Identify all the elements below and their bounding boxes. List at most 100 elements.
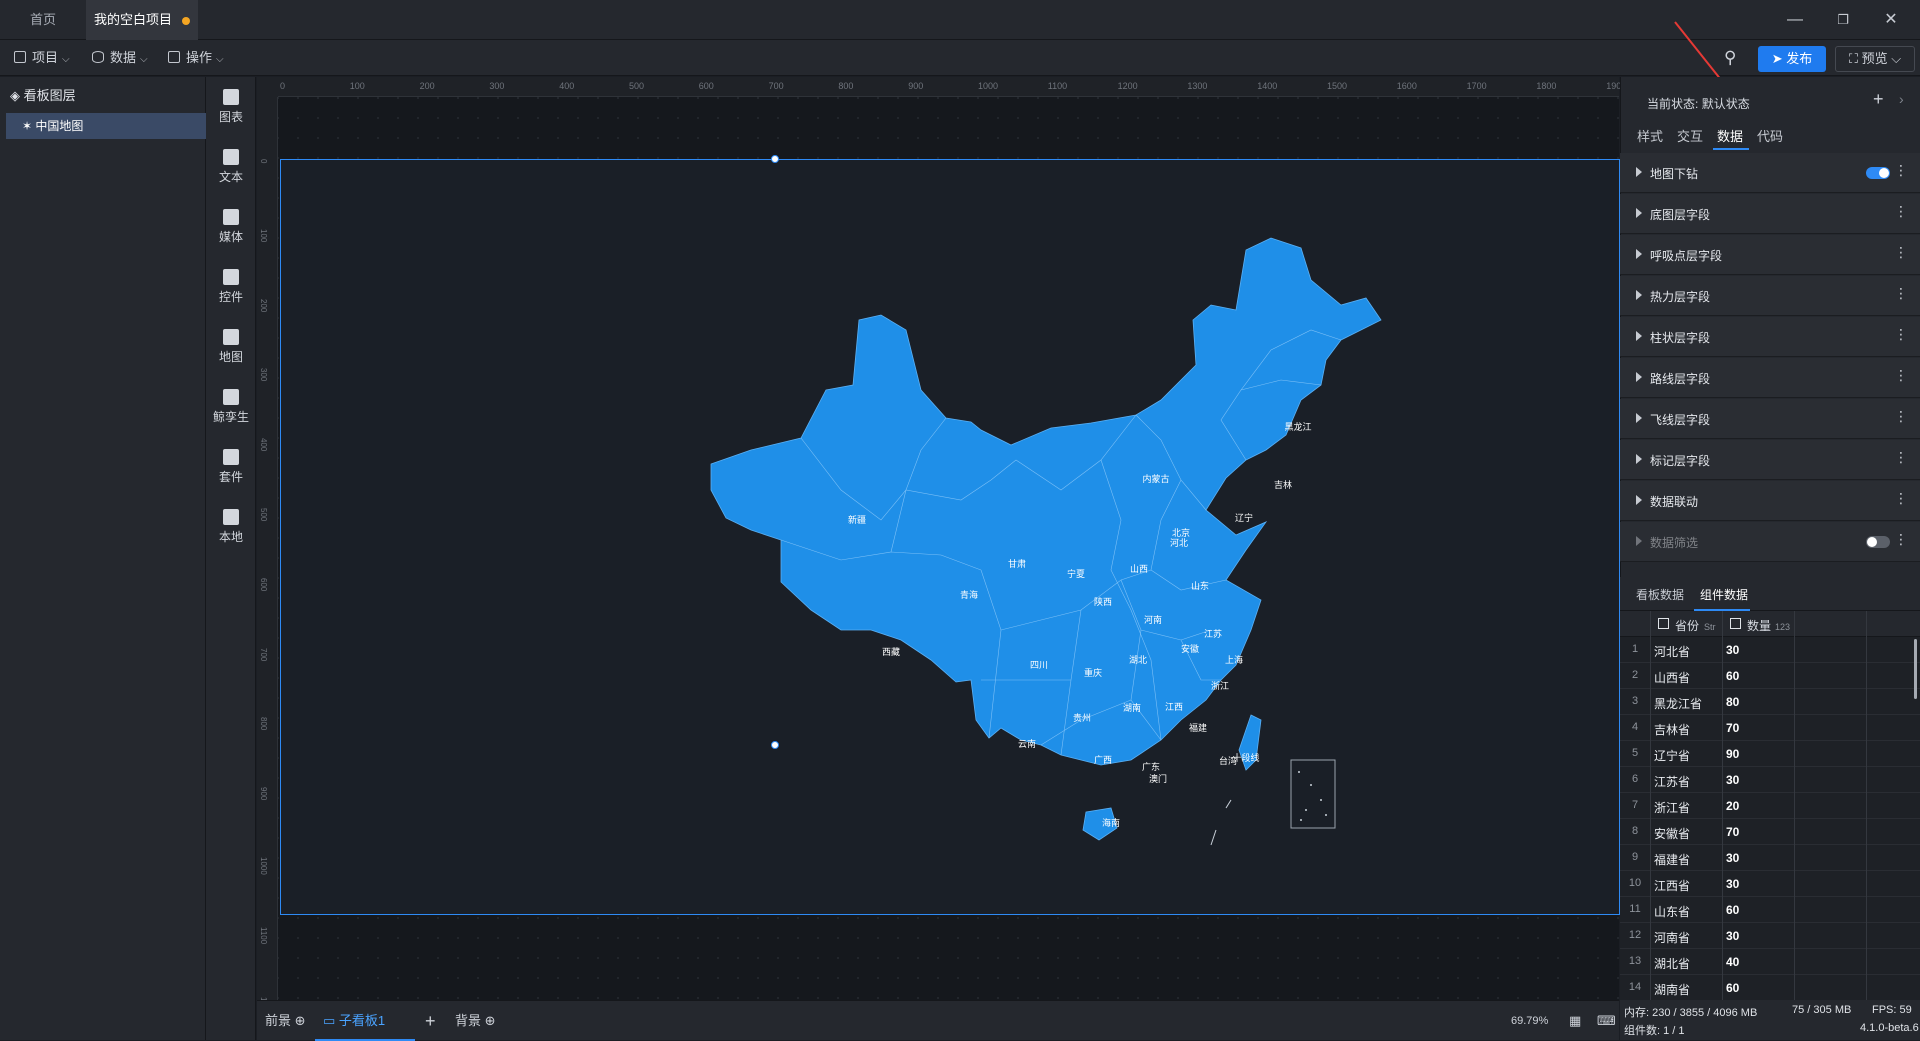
cell-count[interactable]: 90 <box>1726 747 1739 761</box>
column-header-province[interactable]: 省份 <box>1675 617 1699 634</box>
table-row[interactable]: 11 山东省 60 <box>1620 897 1920 923</box>
more-icon[interactable]: ⋮ <box>1894 490 1908 507</box>
tab-home[interactable]: 首页 <box>0 0 86 40</box>
tool-local[interactable]: 本地 <box>206 509 256 545</box>
section-breath-layer[interactable]: 呼吸点层字段 ⋮ <box>1620 235 1920 275</box>
cell-province[interactable]: 山西省 <box>1654 669 1690 686</box>
cell-province[interactable]: 山东省 <box>1654 903 1690 920</box>
cell-count[interactable]: 40 <box>1726 955 1739 969</box>
column-header-count[interactable]: 数量 <box>1747 617 1771 634</box>
cell-province[interactable]: 江苏省 <box>1654 773 1690 790</box>
layer-foreground[interactable]: 前景 ⊕ <box>265 1001 306 1041</box>
tab-code[interactable]: 代码 <box>1757 126 1783 145</box>
minimize-button[interactable]: — <box>1772 0 1818 40</box>
layer-subboard[interactable]: ▭ 子看板1 <box>315 1001 415 1041</box>
section-map-drill[interactable]: 地图下钻 ⋮ <box>1620 153 1920 193</box>
tab-data[interactable]: 数据 <box>1717 126 1743 145</box>
table-row[interactable]: 4 吉林省 70 <box>1620 715 1920 741</box>
filter-toggle[interactable] <box>1866 536 1890 548</box>
add-state-button[interactable]: + <box>1873 89 1884 110</box>
menu-project[interactable]: 项目 ⌵ <box>14 40 70 76</box>
chevron-right-icon[interactable]: › <box>1899 91 1904 107</box>
more-icon[interactable]: ⋮ <box>1894 203 1908 220</box>
tab-project[interactable]: 我的空白项目 <box>86 0 198 40</box>
tab-interaction[interactable]: 交互 <box>1677 126 1703 145</box>
drill-toggle[interactable] <box>1866 167 1890 179</box>
more-icon[interactable]: ⋮ <box>1894 285 1908 302</box>
section-marker-layer[interactable]: 标记层字段 ⋮ <box>1620 440 1920 480</box>
cell-province[interactable]: 湖北省 <box>1654 955 1690 972</box>
table-row[interactable]: 13 湖北省 40 <box>1620 949 1920 975</box>
section-base-layer[interactable]: 底图层字段 ⋮ <box>1620 194 1920 234</box>
cell-count[interactable]: 30 <box>1726 643 1739 657</box>
cell-count[interactable]: 30 <box>1726 851 1739 865</box>
tool-kit[interactable]: 套件 <box>206 449 256 485</box>
publish-button[interactable]: ➤ 发布 <box>1758 46 1826 72</box>
cell-count[interactable]: 60 <box>1726 903 1739 917</box>
cell-count[interactable]: 70 <box>1726 721 1739 735</box>
cell-province[interactable]: 辽宁省 <box>1654 747 1690 764</box>
cell-province[interactable]: 河南省 <box>1654 929 1690 946</box>
fit-screen-icon[interactable]: ▦ <box>1569 1001 1581 1041</box>
section-data-filter[interactable]: 数据筛选 ⋮ <box>1620 522 1920 562</box>
table-row[interactable]: 6 江苏省 30 <box>1620 767 1920 793</box>
more-icon[interactable]: ⋮ <box>1894 449 1908 466</box>
tool-map[interactable]: 地图 <box>206 329 256 365</box>
cell-count[interactable]: 30 <box>1726 773 1739 787</box>
plus-circle-icon[interactable]: ⊕ <box>481 1013 496 1028</box>
preview-button[interactable]: ⛶ 预览 ⌵ <box>1835 46 1915 72</box>
table-row[interactable]: 9 福建省 30 <box>1620 845 1920 871</box>
table-row[interactable]: 5 辽宁省 90 <box>1620 741 1920 767</box>
cell-province[interactable]: 江西省 <box>1654 877 1690 894</box>
cell-province[interactable]: 黑龙江省 <box>1654 695 1702 712</box>
cell-province[interactable]: 湖南省 <box>1654 981 1690 998</box>
board-stage[interactable]: 新疆 西藏 青海 甘肃 内蒙古 黑龙江 吉林 辽宁 北京 河北 山西 宁夏 陕西… <box>280 155 1621 916</box>
plus-circle-icon[interactable]: ⊕ <box>291 1013 306 1028</box>
tool-chart[interactable]: 图表 <box>206 89 256 125</box>
section-data-linkage[interactable]: 数据联动 ⋮ <box>1620 481 1920 521</box>
cell-province[interactable]: 安徽省 <box>1654 825 1690 842</box>
more-icon[interactable]: ⋮ <box>1894 244 1908 261</box>
more-icon[interactable]: ⋮ <box>1894 162 1908 179</box>
table-row[interactable]: 8 安徽省 70 <box>1620 819 1920 845</box>
tab-component-data[interactable]: 组件数据 <box>1700 586 1748 603</box>
tool-control[interactable]: 控件 <box>206 269 256 305</box>
tool-twin[interactable]: 鲸孪生 <box>206 389 256 425</box>
more-icon[interactable]: ⋮ <box>1894 531 1908 548</box>
more-icon[interactable]: ⋮ <box>1894 367 1908 384</box>
cell-count[interactable]: 60 <box>1726 669 1739 683</box>
table-row[interactable]: 3 黑龙江省 80 <box>1620 689 1920 715</box>
more-icon[interactable]: ⋮ <box>1894 326 1908 343</box>
china-map[interactable]: 新疆 西藏 青海 甘肃 内蒙古 黑龙江 吉林 辽宁 北京 河北 山西 宁夏 陕西… <box>281 160 1621 916</box>
cell-province[interactable]: 浙江省 <box>1654 799 1690 816</box>
layer-item-china-map[interactable]: ✶ 中国地图 <box>6 113 206 139</box>
add-board-button[interactable]: + <box>425 1001 436 1041</box>
section-bar-layer[interactable]: 柱状层字段 ⋮ <box>1620 317 1920 357</box>
cell-count[interactable]: 30 <box>1726 877 1739 891</box>
resize-handle-top[interactable] <box>771 155 779 163</box>
cell-province[interactable]: 吉林省 <box>1654 721 1690 738</box>
close-button[interactable]: ✕ <box>1868 0 1914 40</box>
layer-background[interactable]: 背景 ⊕ <box>455 1001 496 1041</box>
table-row[interactable]: 1 河北省 30 <box>1620 637 1920 663</box>
table-scrollbar[interactable] <box>1914 639 1917 699</box>
state-value[interactable]: 默认状态 <box>1702 97 1750 111</box>
checkbox[interactable] <box>1658 618 1669 629</box>
zoom-level[interactable]: 69.79% <box>1511 1001 1548 1041</box>
cell-province[interactable]: 福建省 <box>1654 851 1690 868</box>
table-row[interactable]: 2 山西省 60 <box>1620 663 1920 689</box>
cell-count[interactable]: 60 <box>1726 981 1739 995</box>
menu-operation[interactable]: 操作 ⌵ <box>168 40 224 76</box>
tab-board-data[interactable]: 看板数据 <box>1636 586 1684 603</box>
table-row[interactable]: 10 江西省 30 <box>1620 871 1920 897</box>
tab-style[interactable]: 样式 <box>1637 126 1663 145</box>
cell-count[interactable]: 30 <box>1726 929 1739 943</box>
data-table[interactable]: 省份 Str 数量 123 1 河北省 30 2 山西省 60 3 黑龙江省 80 4 吉林省 70 5… <box>1620 611 1920 1000</box>
cell-province[interactable]: 河北省 <box>1654 643 1690 660</box>
section-flyline-layer[interactable]: 飞线层字段 ⋮ <box>1620 399 1920 439</box>
section-route-layer[interactable]: 路线层字段 ⋮ <box>1620 358 1920 398</box>
table-row[interactable]: 14 湖南省 60 <box>1620 975 1920 1000</box>
more-icon[interactable]: ⋮ <box>1894 408 1908 425</box>
restore-button[interactable]: ❐ <box>1820 0 1866 40</box>
cell-count[interactable]: 80 <box>1726 695 1739 709</box>
